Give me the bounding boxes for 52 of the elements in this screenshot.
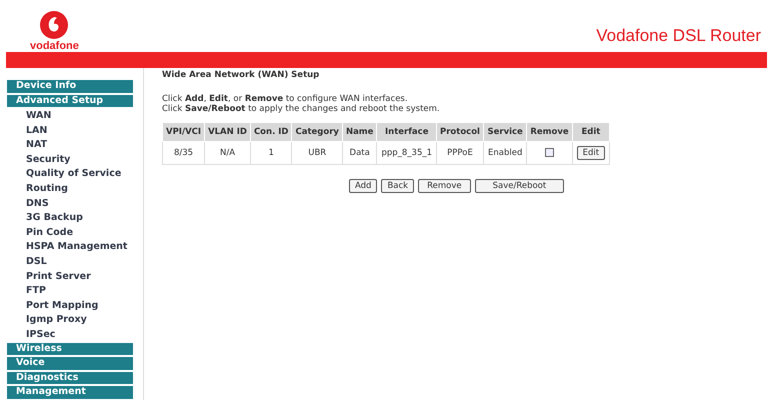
table-cell: N/A xyxy=(220,148,236,158)
column-header: Interface xyxy=(376,122,437,142)
menu-item[interactable]: WAN xyxy=(7,109,52,124)
menu-item[interactable]: Print Server xyxy=(7,270,91,284)
menu-item[interactable]: Pin Code xyxy=(7,226,74,240)
logo-icon xyxy=(39,10,70,40)
menu-item[interactable]: NAT xyxy=(7,138,48,153)
menu-item[interactable]: Security xyxy=(7,152,70,168)
action-button[interactable]: Remove xyxy=(418,179,471,193)
menu-item[interactable]: FTP xyxy=(7,284,46,299)
menu-item[interactable]: Igmp Proxy xyxy=(7,313,87,328)
edit-button[interactable]: Edit xyxy=(576,146,606,160)
instruction-text: Click Add, Edit, or Remove to configure WAN interfaces. xyxy=(162,94,408,104)
column-header: VLAN ID xyxy=(204,122,250,142)
menu-section[interactable]: Diagnostics xyxy=(7,372,133,384)
action-button[interactable]: Save/Reboot xyxy=(474,179,564,193)
table-cell: ppp_8_35_1 xyxy=(381,148,432,158)
action-button[interactable]: Add xyxy=(349,179,378,193)
menu-item[interactable]: DSL xyxy=(7,254,47,270)
column-header: Con. ID xyxy=(250,122,292,142)
menu-section[interactable]: Advanced Setup xyxy=(7,94,133,107)
menu-item[interactable]: Quality of Service xyxy=(7,167,122,182)
table-cell: 8/35 xyxy=(174,148,194,158)
router-title: Vodafone DSL Router xyxy=(596,26,761,46)
remove-checkbox[interactable] xyxy=(545,148,554,158)
column-header: Category xyxy=(292,122,342,142)
menu-section[interactable]: Wireless xyxy=(7,342,133,355)
table-cell: UBR xyxy=(308,148,326,158)
column-header: Name xyxy=(342,122,377,142)
instruction-text: Click Save/Reboot to apply the changes and reboot the system. xyxy=(162,104,440,114)
menu-item[interactable]: Port Mapping xyxy=(7,298,98,314)
brand-name: vodafone xyxy=(30,40,79,52)
menu-section[interactable]: Management xyxy=(7,386,133,398)
column-header: Remove xyxy=(526,122,572,142)
menu-item[interactable]: IPSec xyxy=(7,328,56,342)
menu-item[interactable]: 3G Backup xyxy=(7,211,83,226)
table-cell: PPPoE xyxy=(447,148,473,158)
menu-item[interactable]: LAN xyxy=(7,124,48,138)
table-cell: Enabled xyxy=(488,148,522,158)
table-cell: 1 xyxy=(268,148,274,158)
menu-section[interactable]: Device Info xyxy=(7,80,133,92)
menu-section[interactable]: Voice xyxy=(7,357,133,370)
column-header: Protocol xyxy=(436,122,484,142)
action-button[interactable]: Back xyxy=(381,179,414,193)
column-header: Edit xyxy=(572,122,610,142)
column-header: VPI/VCI xyxy=(162,122,205,142)
menu-item[interactable]: DNS xyxy=(7,196,49,212)
menu-item[interactable]: Routing xyxy=(7,182,68,197)
table-cell: Data xyxy=(350,148,370,158)
column-header: Service xyxy=(483,122,527,142)
menu-item[interactable]: HSPA Management xyxy=(7,240,128,255)
page-heading: Wide Area Network (WAN) Setup xyxy=(162,70,320,80)
